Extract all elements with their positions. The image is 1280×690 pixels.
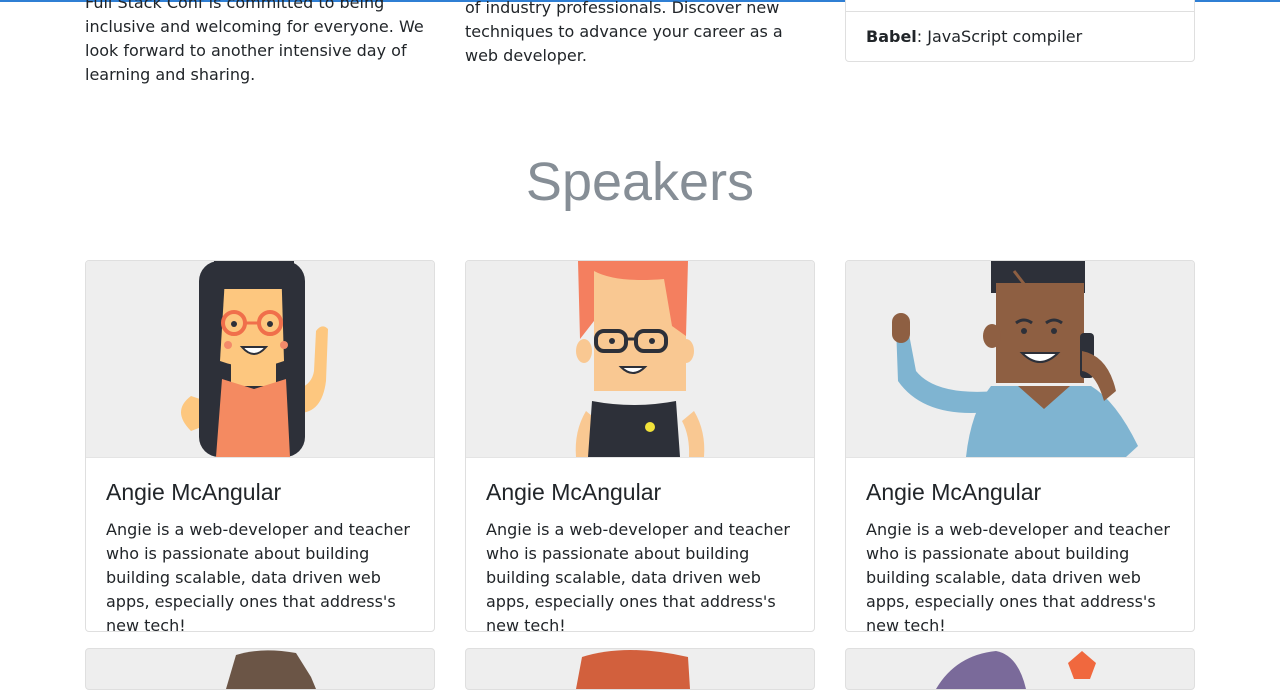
intro-column-text: of industry professionals. Discover new … [465, 0, 783, 65]
tool-description: : JavaScript compiler [916, 27, 1083, 46]
speaker-card [85, 648, 435, 690]
speaker-illustration-icon [576, 650, 690, 689]
speaker-name: Angie McAngular [866, 479, 1042, 505]
speaker-card [845, 648, 1195, 690]
intro-column-text: Full Stack Conf is committed to being in… [85, 0, 424, 84]
speaker-image [86, 261, 434, 458]
speaker-bio: Angie is a web-developer and teacher who… [486, 520, 790, 632]
speaker-illustration-icon [936, 651, 1096, 689]
speakers-heading: Speakers [525, 152, 755, 212]
speaker-name: Angie McAngular [106, 479, 282, 505]
speaker-image [466, 261, 814, 458]
tools-list-item [846, 0, 1194, 11]
speaker-illustration-man-phone-icon [892, 261, 1138, 457]
speaker-card [465, 648, 815, 690]
speaker-name: Angie McAngular [486, 479, 662, 505]
speaker-bio: Angie is a web-developer and teacher who… [866, 520, 1170, 632]
speaker-card: Angie McAngular Angie is a web-developer… [465, 260, 815, 632]
tools-list: Babel: JavaScript compiler [845, 0, 1195, 62]
speaker-illustration-woman-glasses-icon [181, 261, 328, 457]
speaker-bio: Angie is a web-developer and teacher who… [106, 520, 410, 632]
speaker-card: Angie McAngular Angie is a web-developer… [845, 260, 1195, 632]
speaker-card: Angie McAngular Angie is a web-developer… [85, 260, 435, 632]
speaker-image [846, 261, 1194, 458]
speaker-illustration-redhead-icon [575, 261, 705, 457]
speaker-illustration-icon [226, 650, 316, 689]
tool-name: Babel [866, 27, 917, 46]
tools-list-item: Babel: JavaScript compiler [846, 11, 1194, 61]
